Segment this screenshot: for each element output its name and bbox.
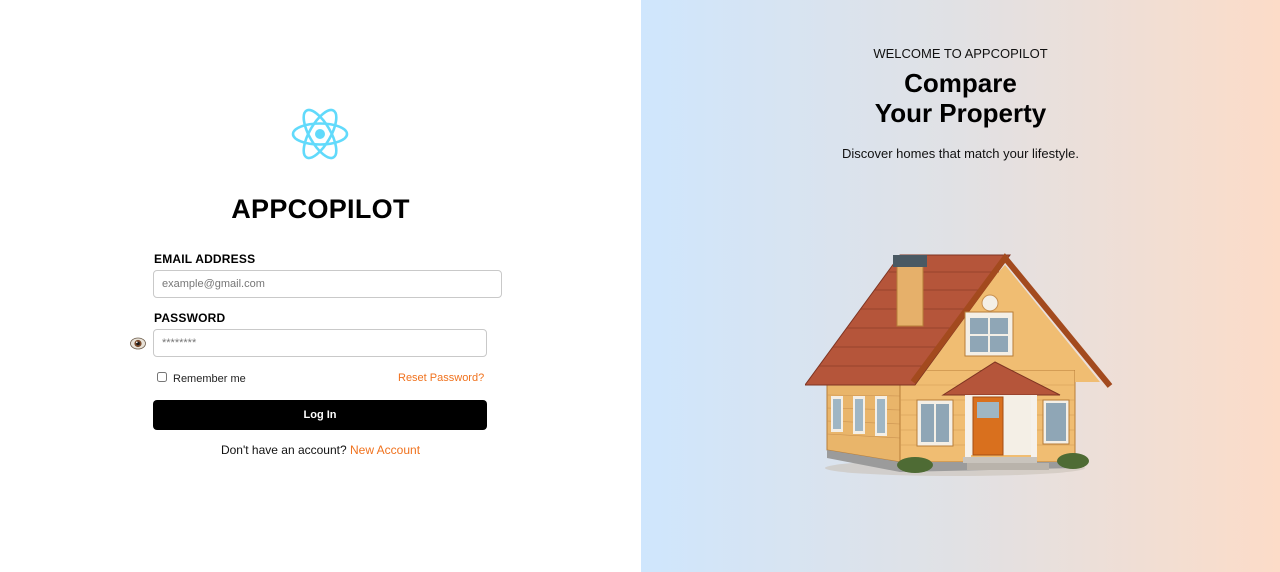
eye-icon[interactable] <box>130 337 146 350</box>
promo-tagline: Discover homes that match your lifestyle… <box>842 146 1079 161</box>
brand-title: APPCOPILOT <box>231 194 410 224</box>
react-atom-icon <box>291 108 349 160</box>
password-field[interactable] <box>153 329 487 357</box>
welcome-eyebrow: WELCOME TO APPCOPILOT <box>873 46 1048 61</box>
password-label: PASSWORD <box>154 311 226 325</box>
headline-line-2: Your Property <box>874 98 1047 128</box>
email-field[interactable] <box>153 270 502 298</box>
login-button[interactable]: Log In <box>153 400 487 430</box>
remember-checkbox-wrap <box>157 372 167 382</box>
reset-password-link[interactable]: Reset Password? <box>398 372 484 384</box>
remember-label[interactable]: Remember me <box>173 373 246 385</box>
login-panel: APPCOPILOT EMAIL ADDRESS PASSWORD Rememb… <box>0 0 641 572</box>
signup-row: Don't have an account? New Account <box>0 443 641 457</box>
promo-headline: Compare Your Property <box>641 68 1280 128</box>
promo-panel: WELCOME TO APPCOPILOT Compare Your Prope… <box>641 0 1280 572</box>
signup-prompt: Don't have an account? <box>220 443 347 457</box>
new-account-link[interactable]: New Account <box>350 443 420 457</box>
email-label: EMAIL ADDRESS <box>154 252 256 266</box>
headline-line-1: Compare <box>904 68 1017 98</box>
house-illustration <box>805 253 1113 476</box>
remember-checkbox[interactable] <box>157 372 167 382</box>
